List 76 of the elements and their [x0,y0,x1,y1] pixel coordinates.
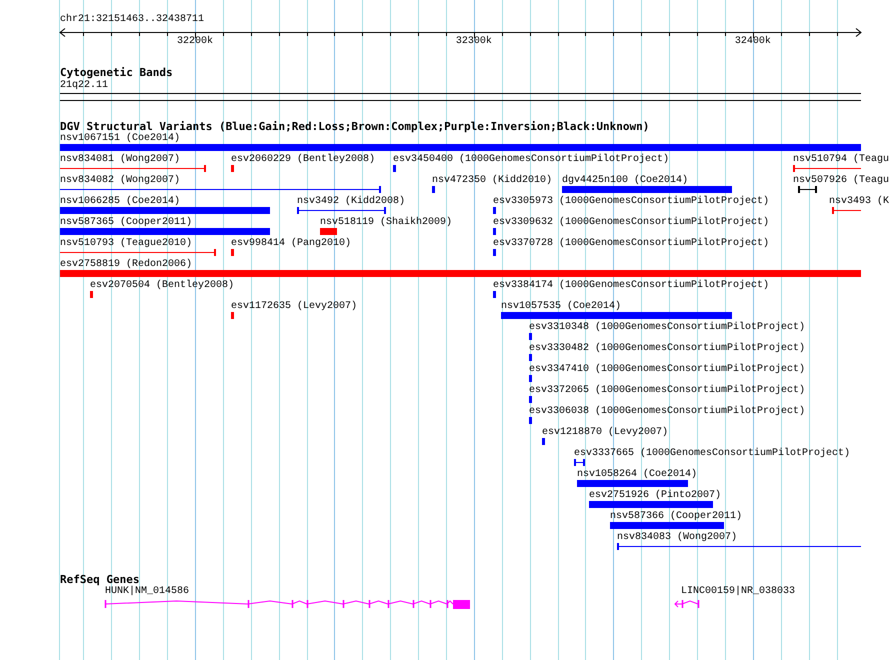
variant-bar[interactable] [610,522,724,529]
region-label: chr21:32151463..32438711 [60,14,204,26]
variant-label[interactable]: nsv834081 (Wong2007) [60,154,180,166]
variant-bar[interactable] [493,291,496,298]
variant-label[interactable]: nsv587366 (Cooper2011) [610,511,742,523]
variant-label[interactable]: nsv472350 (Kidd2010) [432,175,552,187]
gene-label[interactable]: LINC00159|NR_038033 [681,586,796,598]
variant-label[interactable]: esv2751926 (Pinto2007) [589,490,722,502]
variant-label[interactable]: nsv1058264 (Coe2014) [577,469,698,481]
variant-bar[interactable] [542,438,545,445]
variant-label[interactable]: nsv510793 (Teague2010) [60,238,192,250]
tick-label: 32300k [456,36,492,48]
variant-label[interactable]: esv2758819 (Redon2006) [60,259,192,271]
variant-label[interactable]: nsv834083 (Wong2007) [617,532,738,544]
variant-label[interactable]: esv2070504 (Bentley2008) [90,280,234,292]
variant-span[interactable] [574,459,585,466]
variant-label[interactable]: esv1218870 (Levy2007) [542,427,668,439]
track-title: DGV Structural Variants (Blue:Gain;Red:Loss;Brown:Complex;Purple:Inversion;Black:Unknown) [60,121,650,133]
variant-label[interactable]: esv3337665 (1000GenomesConsortiumPilotProject) [574,448,850,460]
track-title: Cytogenetic Bands [60,67,173,79]
variant-label[interactable]: nsv834082 (Wong2007) [60,175,180,187]
variant-bar[interactable] [231,165,234,172]
tick-label: 32200k [176,36,213,48]
gene-label[interactable]: HUNK|NM_014586 [105,586,190,598]
variant-bar[interactable] [529,354,532,361]
variant-bar[interactable] [60,144,861,151]
variant-label[interactable]: esv3309632 (1000GenomesConsortiumPilotProject) [493,217,770,229]
variant-span[interactable] [297,207,386,214]
variant-bar[interactable] [432,186,435,193]
tick-label: 32400k [734,36,771,48]
variant-bar[interactable] [60,228,270,235]
variant-label[interactable]: esv3370728 (1000GenomesConsortiumPilotProject) [493,238,770,250]
variant-label[interactable]: esv3450400 (1000GenomesConsortiumPilotProject) [393,154,670,166]
variant-label[interactable]: nsv3493 (K [829,196,890,208]
variant-bar[interactable] [231,312,234,319]
variant-label[interactable]: nsv518119 (Shaikh2009) [320,217,452,229]
variant-bar[interactable] [529,396,532,403]
variant-label[interactable]: nsv1066285 (Coe2014) [60,196,180,208]
variant-bar[interactable] [501,312,732,319]
variant-label[interactable]: esv3310348 (1000GenomesConsortiumPilotProject) [529,322,806,334]
variant-bar[interactable] [493,228,496,235]
variant-bar[interactable] [529,375,532,382]
variant-bar[interactable] [493,207,496,214]
variant-span[interactable] [60,186,381,193]
variant-label[interactable]: nsv1057535 (Coe2014) [501,301,622,313]
variant-label[interactable]: esv3330482 (1000GenomesConsortiumPilotProject) [529,343,806,355]
variant-label[interactable]: dgv4425n100 (Coe2014) [562,175,688,187]
variant-bar[interactable] [393,165,396,172]
variant-bar[interactable] [589,501,713,508]
variant-span[interactable] [798,186,817,193]
variant-label[interactable]: esv3372065 (1000GenomesConsortiumPilotProject) [529,385,806,397]
variant-bar[interactable] [577,480,688,487]
variant-label[interactable]: nsv507926 (Teagu [793,175,890,187]
variant-bar[interactable] [562,186,732,193]
variant-bar[interactable] [320,228,337,235]
variant-bar[interactable] [529,417,532,424]
variant-bar[interactable] [60,207,270,214]
variant-bar[interactable] [493,249,496,256]
variant-label[interactable]: esv3384174 (1000GenomesConsortiumPilotProject) [493,280,770,292]
variant-bar[interactable] [231,249,234,256]
variant-label[interactable]: nsv587365 (Cooper2011) [60,217,192,229]
variant-label[interactable]: esv2060229 (Bentley2008) [231,154,376,166]
variant-label[interactable]: nsv1067151 (Coe2014) [60,133,180,145]
variant-label[interactable]: esv3305973 (1000GenomesConsortiumPilotProject) [493,196,770,208]
variant-label[interactable]: esv998414 (Pang2010) [231,238,352,250]
variant-bar[interactable] [60,270,861,277]
variant-label[interactable]: nsv510794 (Teagu [793,154,890,166]
variant-label[interactable]: nsv3492 (Kidd2008) [297,196,406,208]
variant-label[interactable]: esv1172635 (Levy2007) [231,301,358,313]
variant-span[interactable] [617,543,861,550]
track-title: RefSeq Genes [60,574,140,586]
variant-bar[interactable] [90,291,93,298]
variant-label[interactable]: esv3306038 (1000GenomesConsortiumPilotProject) [529,406,806,418]
variant-label[interactable]: esv3347410 (1000GenomesConsortiumPilotProject) [529,364,806,376]
variant-bar[interactable] [529,333,532,340]
band-label: 21q22.11 [60,80,108,92]
